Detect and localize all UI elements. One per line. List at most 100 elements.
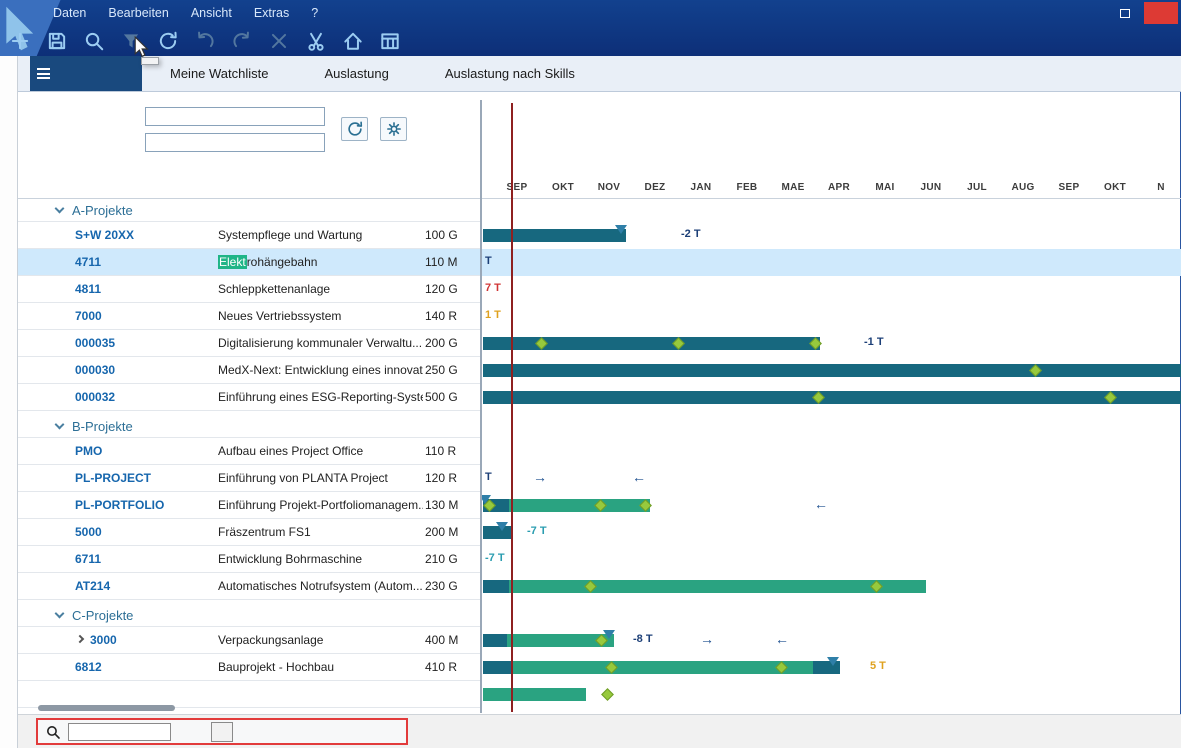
shift-arrow-icon: → [533, 469, 547, 485]
gantt-bar[interactable] [509, 499, 650, 512]
table-row[interactable]: 6711Entwicklung Bohrmaschine210 G-7 T [18, 546, 1181, 573]
table-row-left[interactable] [18, 681, 480, 708]
project-id-link[interactable]: 6711 [75, 552, 101, 566]
find-box [36, 718, 408, 745]
project-name: Fräszentrum FS1 [218, 525, 311, 539]
prio-value: 100 G [425, 228, 458, 242]
project-id-link[interactable]: 7000 [75, 309, 102, 323]
sort-indicator-prio[interactable] [452, 182, 453, 194]
gantt-bar[interactable] [483, 391, 1181, 404]
table-row[interactable] [18, 681, 1181, 708]
group-label: A-Projekte [72, 203, 133, 218]
delay-label: -2 T [681, 228, 701, 240]
group-row-left: C-Projekte [18, 605, 480, 627]
project-id-link[interactable]: 000030 [75, 363, 115, 377]
milestone-icon[interactable] [601, 688, 614, 701]
prio-value: 110 M [425, 255, 457, 269]
gantt-bar[interactable] [483, 337, 820, 350]
project-id-link[interactable]: 4711 [75, 255, 101, 269]
shift-arrow-icon: ← [814, 496, 828, 512]
table-row-left[interactable]: S+W 20XXSystempflege und Wartung100 G [18, 222, 480, 249]
table-row[interactable]: PMOAufbau eines Project Office110 R [18, 438, 1181, 465]
prio-value: 200 G [425, 336, 458, 350]
gantt-bar[interactable] [483, 634, 507, 647]
delay-label: -1 T [864, 336, 884, 348]
project-id-link[interactable]: 000032 [75, 390, 115, 404]
table-row[interactable]: 6812Bauprojekt - Hochbau410 R5 T [18, 654, 1181, 681]
table-row-left[interactable]: 6711Entwicklung Bohrmaschine210 G [18, 546, 480, 573]
table-row[interactable]: 000032 Einführung eines ESG-Reporting-Sys… [18, 384, 1181, 411]
group-row[interactable]: A-Projekte [18, 200, 1181, 222]
table-row-left[interactable]: 3000Verpackungsanlage400 M [18, 627, 480, 654]
gantt-row: -2 T [481, 222, 1181, 249]
table-row[interactable]: 3000Verpackungsanlage400 M-8 T→← [18, 627, 1181, 654]
table-row-left[interactable]: 4711Elektrohängebahn110 M [18, 249, 480, 276]
project-id-link[interactable]: 6812 [75, 660, 102, 674]
table-row-left[interactable]: AT214Automatisches Notrufsystem (Autom..… [18, 573, 480, 600]
gantt-bar[interactable] [513, 661, 813, 674]
group-chevron-icon [55, 204, 65, 214]
table-row-left[interactable]: 6812Bauprojekt - Hochbau410 R [18, 654, 480, 681]
table-row-left[interactable]: 000030MedX-Next: Entwicklung eines innov… [18, 357, 480, 384]
table-row-left[interactable]: 000032 Einführung eines ESG-Reporting-Sys… [18, 384, 480, 411]
project-id-link[interactable]: AT214 [75, 579, 110, 593]
project-id-link[interactable]: 5000 [75, 525, 102, 539]
table-row-left[interactable]: PL-PROJECTEinführung von PLANTA Project1… [18, 465, 480, 492]
table-row[interactable]: S+W 20XXSystempflege und Wartung100 G -2 … [18, 222, 1181, 249]
end-marker-icon [603, 630, 615, 639]
sort-indicator-projekt[interactable] [150, 182, 151, 194]
gantt-bar[interactable] [509, 580, 926, 593]
project-id-link[interactable]: 4811 [75, 282, 101, 296]
table-row[interactable]: AT214Automatisches Notrufsystem (Autom..… [18, 573, 1181, 600]
project-name: Schleppkettenanlage [218, 282, 330, 296]
group-row[interactable]: C-Projekte [18, 605, 1181, 627]
table-row[interactable]: PL-PORTFOLIOEinführung Projekt-Portfolio… [18, 492, 1181, 519]
project-id-link[interactable]: PMO [75, 444, 102, 458]
gantt-bar[interactable] [483, 229, 626, 242]
gantt-bar[interactable] [483, 364, 1181, 377]
prio-value: 110 R [425, 444, 456, 458]
table-row-left[interactable]: PL-PORTFOLIOEinführung Projekt-Portfolio… [18, 492, 480, 519]
table-row[interactable]: 5000Fräszentrum FS1200 M-7 T [18, 519, 1181, 546]
project-id-link[interactable]: 000035 [75, 336, 115, 350]
find-icon [45, 724, 61, 740]
table-row-left[interactable]: 4811Schleppkettenanlage120 G [18, 276, 480, 303]
gantt-bar[interactable] [483, 580, 509, 593]
group-label: C-Projekte [72, 608, 133, 623]
search-match-highlight: Elekt [218, 255, 247, 269]
prio-value: 120 R [425, 471, 457, 485]
gantt-row [481, 357, 1181, 384]
delay-label: -8 T [633, 633, 653, 645]
project-id-link[interactable]: S+W 20XX [75, 228, 134, 242]
end-marker-icon [615, 225, 627, 234]
gantt-bar[interactable] [483, 661, 513, 674]
find-input[interactable] [68, 723, 171, 741]
table-row[interactable]: 7000Neues Vertriebssystem140 R1 T [18, 303, 1181, 330]
project-id-link[interactable]: PL-PORTFOLIO [75, 498, 164, 512]
group-row[interactable]: B-Projekte [18, 416, 1181, 438]
project-id-link[interactable]: PL-PROJECT [75, 471, 151, 485]
table-row[interactable]: PL-PROJECTEinführung von PLANTA Project1… [18, 465, 1181, 492]
table-row[interactable]: 4711Elektrohängebahn110 MT [18, 249, 1181, 276]
prio-value: 140 R [425, 309, 457, 323]
delay-label: -7 T [527, 525, 547, 537]
project-name: Einführung eines ESG-Reporting-Syste... [218, 390, 423, 404]
horizontal-scrollbar-thumb[interactable] [38, 705, 175, 711]
gantt-row [481, 384, 1181, 411]
collapse-chevron-icon[interactable] [76, 635, 84, 643]
table-row-left[interactable]: 5000Fräszentrum FS1200 M [18, 519, 480, 546]
table-row-left[interactable]: 000035Digitalisierung kommunaler Verwalt… [18, 330, 480, 357]
prio-value: 500 G [425, 390, 458, 404]
pane-splitter[interactable] [480, 100, 482, 713]
table-row-left[interactable]: PMOAufbau eines Project Office110 R [18, 438, 480, 465]
regex-toggle-button[interactable] [211, 722, 233, 742]
gantt-bar[interactable] [483, 688, 586, 701]
gantt-row [481, 605, 1181, 627]
table-row-left[interactable]: 7000Neues Vertriebssystem140 R [18, 303, 480, 330]
gantt-row: -7 T [481, 546, 1181, 573]
table-row[interactable]: 4811Schleppkettenanlage120 G7 T [18, 276, 1181, 303]
table-row[interactable]: 000030MedX-Next: Entwicklung eines innov… [18, 357, 1181, 384]
table-row[interactable]: 000035Digitalisierung kommunaler Verwalt… [18, 330, 1181, 357]
project-id-link[interactable]: 3000 [90, 633, 117, 647]
user-menu-strip[interactable] [0, 56, 18, 748]
